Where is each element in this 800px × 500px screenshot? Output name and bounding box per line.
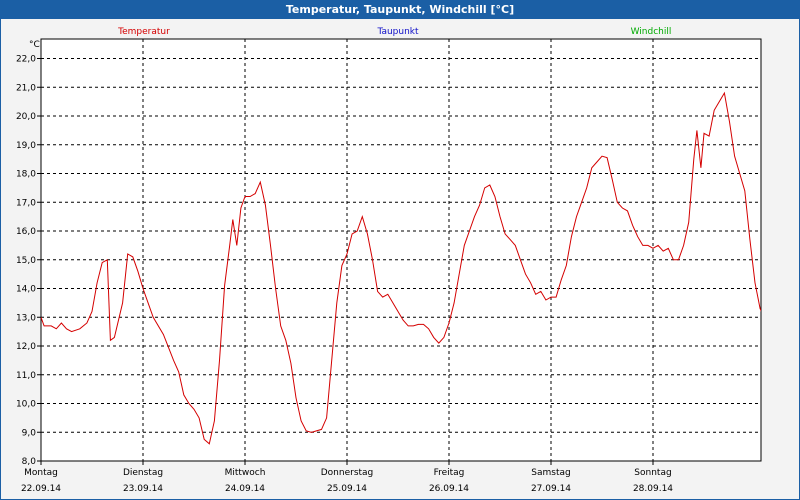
legend-item: Temperatur xyxy=(117,27,170,37)
y-axis-unit: °C xyxy=(29,40,40,50)
x-tick-date: 24.09.14 xyxy=(225,484,265,494)
x-tick-day: Samstag xyxy=(531,468,570,478)
y-tick-label: 19,0 xyxy=(16,141,36,151)
legend-item: Windchill xyxy=(631,27,672,37)
y-tick-label: 22,0 xyxy=(16,55,36,65)
y-tick-label: 9,0 xyxy=(22,428,37,438)
y-tick-label: 16,0 xyxy=(16,227,36,237)
x-tick-day: Montag xyxy=(24,468,58,478)
y-tick-label: 17,0 xyxy=(16,198,36,208)
x-tick-date: 22.09.14 xyxy=(21,484,61,494)
x-tick-day: Dienstag xyxy=(123,468,163,478)
window-title: Temperatur, Taupunkt, Windchill [°C] xyxy=(1,1,799,19)
x-tick-day: Freitag xyxy=(434,468,465,478)
x-tick-day: Donnerstag xyxy=(321,468,374,478)
y-tick-label: 13,0 xyxy=(16,313,36,323)
x-tick-date: 23.09.14 xyxy=(123,484,163,494)
x-tick-day: Mittwoch xyxy=(225,468,266,478)
x-tick-date: 26.09.14 xyxy=(429,484,469,494)
y-tick-label: 21,0 xyxy=(16,83,36,93)
y-tick-label: 18,0 xyxy=(16,170,36,180)
y-tick-label: 14,0 xyxy=(16,285,36,295)
y-tick-label: 11,0 xyxy=(16,371,36,381)
x-tick-date: 25.09.14 xyxy=(327,484,367,494)
x-tick-day: Sonntag xyxy=(634,468,671,478)
y-tick-label: 10,0 xyxy=(16,400,36,410)
x-tick-date: 28.09.14 xyxy=(633,484,673,494)
chart-window: Temperatur, Taupunkt, Windchill [°C] 8,0… xyxy=(0,0,800,500)
y-tick-label: 20,0 xyxy=(16,112,36,122)
y-tick-label: 12,0 xyxy=(16,342,36,352)
legend-item: Taupunkt xyxy=(376,27,419,37)
plot-area: 8,0 9,0 10,0 11,0 12,0 13,0 14,0 15,0 16,0 17,0 18… xyxy=(1,19,799,499)
temperature-chart: 8,0 9,0 10,0 11,0 12,0 13,0 14,0 15,0 16,0 17,0 18… xyxy=(16,27,762,494)
y-tick-label: 15,0 xyxy=(16,256,36,266)
y-tick-label: 8,0 xyxy=(22,457,37,467)
x-tick-date: 27.09.14 xyxy=(531,484,571,494)
